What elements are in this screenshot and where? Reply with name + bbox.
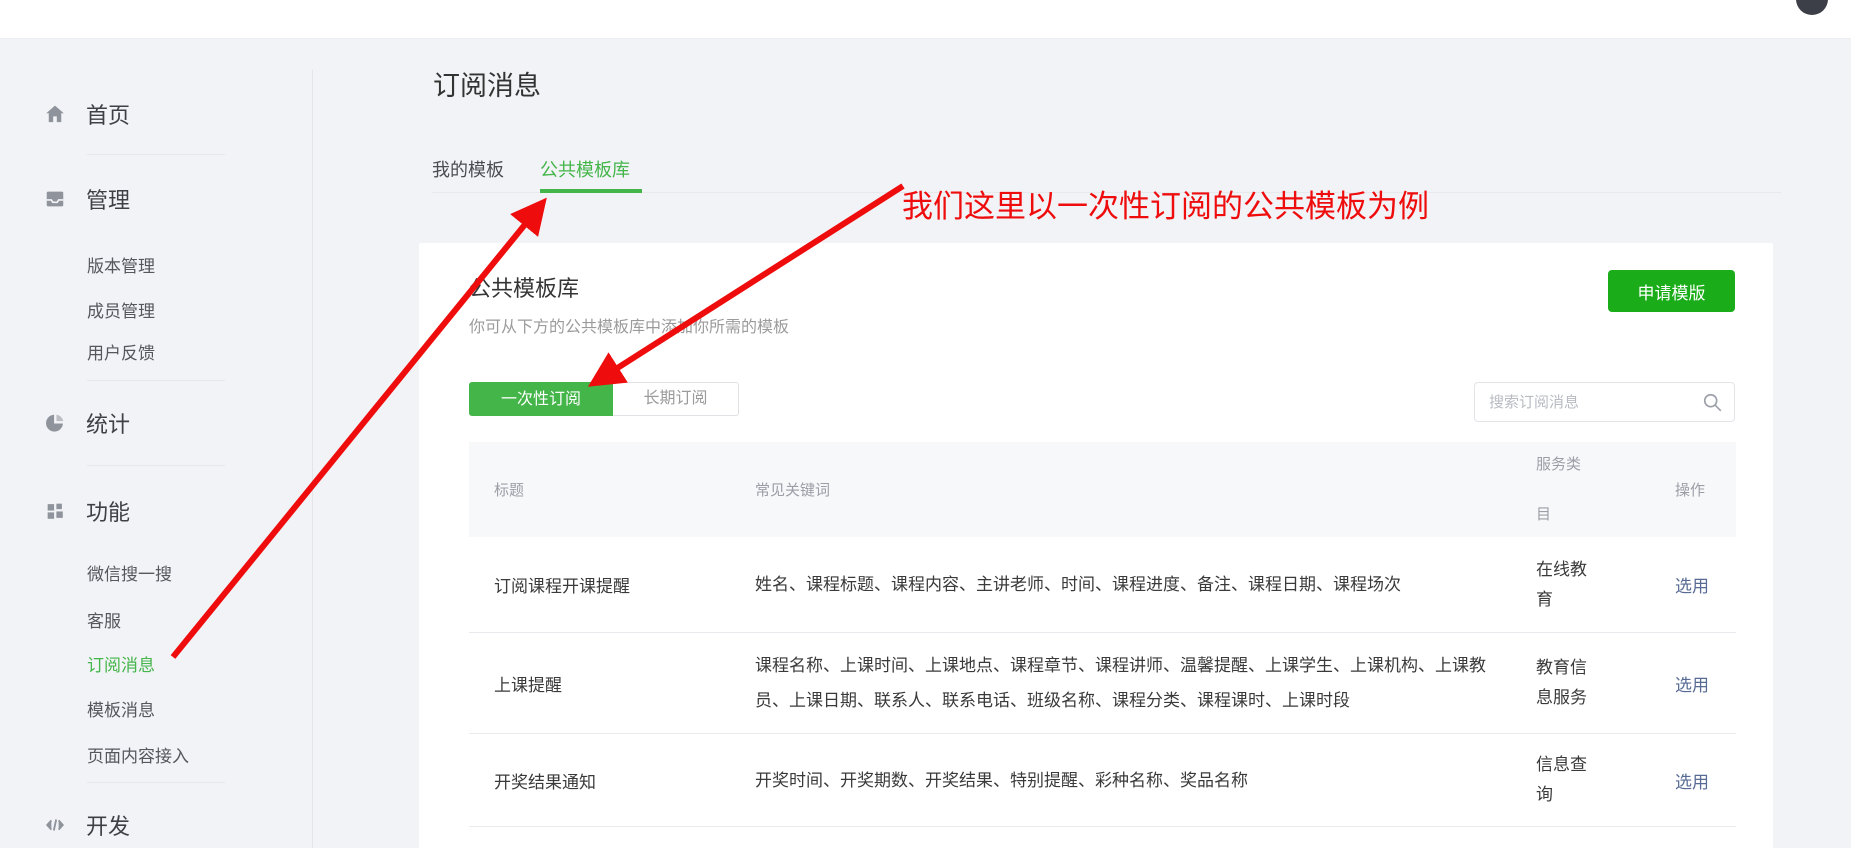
topbar — [0, 0, 1851, 39]
archive-icon — [44, 188, 66, 210]
home-icon — [44, 103, 66, 125]
template-title: 上课提醒 — [494, 675, 562, 695]
header-title: 标题 — [494, 482, 525, 499]
search-input[interactable] — [1475, 383, 1734, 421]
sidebar-divider — [87, 380, 225, 381]
subscription-type-toggle: 一次性订阅 长期订阅 — [469, 382, 739, 416]
table-row: 上课提醒 课程名称、上课时间、上课地点、课程章节、课程讲师、温馨提醒、上课学生、… — [469, 633, 1736, 734]
tab-public-template-library[interactable]: 公共模板库 — [540, 156, 630, 182]
sidebar-item-subscribe-message[interactable]: 订阅消息 — [87, 651, 155, 676]
template-title: 订阅课程开课提醒 — [494, 577, 630, 596]
sidebar-item-customer-service[interactable]: 客服 — [87, 607, 121, 632]
table-row: 订阅课程开课提醒 姓名、课程标题、课程内容、主讲老师、时间、课程进度、备注、课程… — [469, 537, 1736, 633]
tab-my-templates[interactable]: 我的模板 — [432, 156, 504, 182]
sidebar-item-label: 首页 — [86, 103, 131, 128]
card-subtitle: 你可从下方的公共模板库中添加你所需的模板 — [469, 319, 790, 336]
sidebar-item-label: 统计 — [86, 412, 131, 437]
sidebar-item-develop[interactable]: 开发 — [44, 812, 131, 839]
pie-chart-icon — [44, 412, 66, 434]
card-title: 公共模板库 — [469, 276, 580, 301]
template-keywords: 姓名、课程标题、课程内容、主讲老师、时间、课程进度、备注、课程日期、课程场次 — [755, 575, 1401, 594]
search-icon[interactable] — [1702, 392, 1724, 414]
toggle-long-term-subscription[interactable]: 长期订阅 — [613, 382, 739, 416]
select-template-link[interactable]: 选用 — [1675, 577, 1709, 596]
template-keywords: 课程名称、上课时间、上课地点、课程章节、课程讲师、温馨提醒、上课学生、上课机构、… — [755, 656, 1486, 710]
sidebar-divider — [87, 465, 225, 466]
sidebar-item-label: 管理 — [86, 188, 131, 213]
wechat-mp-admin-screen: 首页 管理 版本管理 成员管理 用户反馈 统计 功能 微信搜一搜 客服 订阅消息… — [0, 0, 1851, 848]
select-template-link[interactable]: 选用 — [1675, 676, 1709, 695]
grid-icon — [44, 500, 66, 522]
sidebar-divider — [87, 154, 225, 155]
header-action: 操作 — [1675, 482, 1706, 499]
toggle-one-time-subscription[interactable]: 一次性订阅 — [469, 382, 613, 416]
sidebar-item-features[interactable]: 功能 — [44, 498, 131, 525]
page-title: 订阅消息 — [433, 71, 541, 101]
avatar[interactable] — [1796, 0, 1828, 15]
template-category: 在线教育 — [1536, 559, 1587, 609]
sidebar-item-member-manage[interactable]: 成员管理 — [87, 297, 155, 322]
template-title: 开奖结果通知 — [494, 772, 596, 792]
sidebar-item-version-manage[interactable]: 版本管理 — [87, 252, 155, 277]
sidebar-item-statistics[interactable]: 统计 — [44, 410, 131, 437]
search-box — [1474, 382, 1735, 422]
template-category: 教育信息服务 — [1536, 658, 1587, 707]
template-category: 信息查询 — [1536, 755, 1587, 804]
header-keywords: 常见关键词 — [755, 482, 831, 499]
sidebar-divider-vertical — [312, 70, 313, 848]
table-header-row: 标题 常见关键词 服务类目 操作 — [469, 442, 1736, 537]
sidebar-item-label: 开发 — [86, 814, 131, 839]
sidebar-item-manage[interactable]: 管理 — [44, 186, 131, 213]
sidebar-item-label: 功能 — [86, 500, 131, 525]
annotation-text: 我们这里以一次性订阅的公共模板为例 — [902, 189, 1429, 224]
header-category: 服务类目 — [1536, 455, 1582, 523]
active-tab-underline — [540, 189, 642, 193]
sidebar-item-home[interactable]: 首页 — [44, 101, 131, 128]
table-row: 开奖结果通知 开奖时间、开奖期数、开奖结果、特别提醒、彩种名称、奖品名称 信息查… — [469, 734, 1736, 827]
template-table: 标题 常见关键词 服务类目 操作 订阅课程开课提醒 姓名、课程标题、课程内容、主… — [469, 442, 1736, 827]
template-keywords: 开奖时间、开奖期数、开奖结果、特别提醒、彩种名称、奖品名称 — [755, 770, 1248, 790]
code-icon — [44, 814, 66, 836]
sidebar-item-wechat-search[interactable]: 微信搜一搜 — [87, 560, 172, 585]
sidebar-item-page-content-access[interactable]: 页面内容接入 — [87, 742, 189, 767]
select-template-link[interactable]: 选用 — [1675, 773, 1709, 792]
public-template-library-card: 公共模板库 你可从下方的公共模板库中添加你所需的模板 申请模版 一次性订阅 长期… — [419, 243, 1773, 848]
sidebar-item-user-feedback[interactable]: 用户反馈 — [87, 339, 155, 364]
sidebar-item-template-message[interactable]: 模板消息 — [87, 696, 155, 721]
sidebar-divider — [87, 782, 225, 783]
apply-template-button[interactable]: 申请模版 — [1608, 270, 1735, 312]
